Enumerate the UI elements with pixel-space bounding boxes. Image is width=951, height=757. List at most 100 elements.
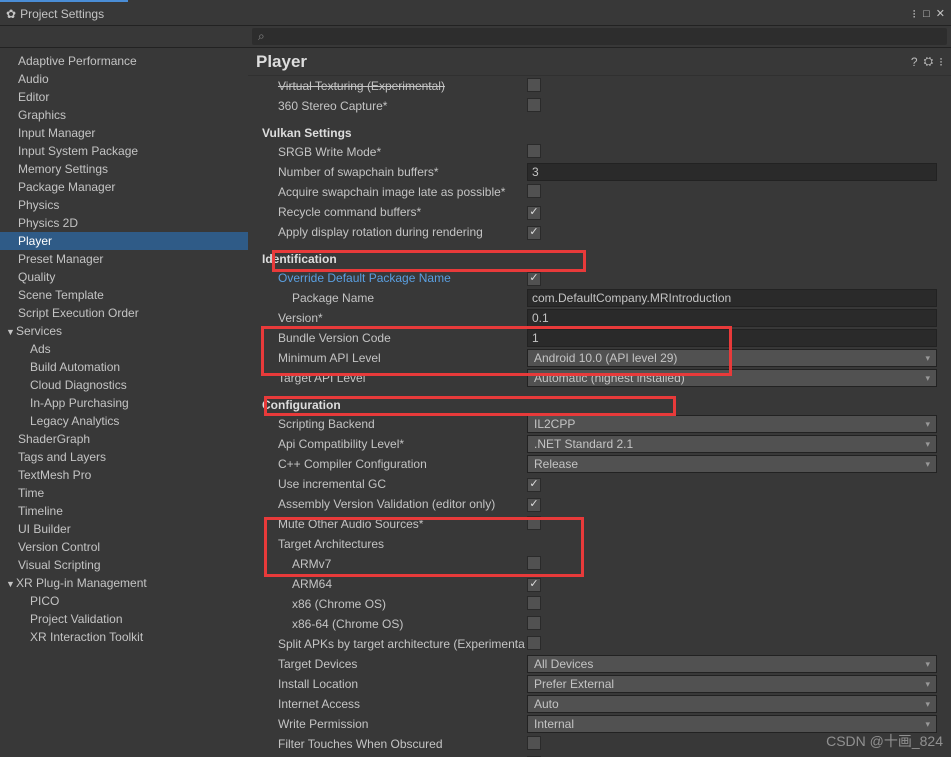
stereo-capture-checkbox[interactable] [527, 98, 541, 112]
pkg-name-input[interactable] [527, 289, 937, 307]
install-loc-label: Install Location [262, 677, 527, 691]
virtual-texturing-checkbox[interactable] [527, 78, 541, 92]
sidebar-item[interactable]: UI Builder [0, 520, 248, 538]
kebab-menu[interactable]: ⁝ [912, 7, 917, 21]
chevron-down-icon: ▼ [6, 579, 16, 589]
recycle-label: Recycle command buffers* [262, 205, 527, 219]
vulkan-heading: Vulkan Settings [262, 124, 937, 142]
sidebar-item[interactable]: Timeline [0, 502, 248, 520]
filter-touches-checkbox[interactable] [527, 736, 541, 750]
target-devices-dropdown[interactable]: All Devices▾ [527, 655, 937, 673]
recycle-checkbox[interactable] [527, 206, 541, 220]
acquire-late-checkbox[interactable] [527, 184, 541, 198]
x86-64-label: x86-64 (Chrome OS) [262, 617, 527, 631]
cpp-dropdown[interactable]: Release▾ [527, 455, 937, 473]
x86-64-checkbox[interactable] [527, 616, 541, 630]
sidebar-item[interactable]: Editor [0, 88, 248, 106]
window-title: Project Settings [20, 7, 912, 21]
srgb-label: SRGB Write Mode* [262, 145, 527, 159]
target-api-dropdown[interactable]: Automatic (highest installed)▾ [527, 369, 937, 387]
sidebar-item[interactable]: Graphics [0, 106, 248, 124]
version-input[interactable] [527, 309, 937, 327]
sidebar-item[interactable]: Ads [0, 340, 248, 358]
sidebar-item[interactable]: PICO [0, 592, 248, 610]
sidebar-item[interactable]: Memory Settings [0, 160, 248, 178]
split-apk-label: Split APKs by target architecture (Exper… [262, 637, 527, 651]
maximize-icon[interactable]: □ [923, 8, 930, 20]
swapchain-label: Number of swapchain buffers* [262, 165, 527, 179]
sidebar-item-player[interactable]: Player [0, 232, 248, 250]
override-pkg-checkbox[interactable] [527, 272, 541, 286]
x86-label: x86 (Chrome OS) [262, 597, 527, 611]
sidebar-item[interactable]: XR Interaction Toolkit [0, 628, 248, 646]
asm-validation-checkbox[interactable] [527, 498, 541, 512]
content-scroll[interactable]: Virtual Texturing (Experimental) 360 Ste… [248, 76, 951, 757]
incremental-gc-checkbox[interactable] [527, 478, 541, 492]
swapchain-input[interactable] [527, 163, 937, 181]
sidebar-item[interactable]: Package Manager [0, 178, 248, 196]
sidebar-item[interactable]: Visual Scripting [0, 556, 248, 574]
override-pkg-label: Override Default Package Name [262, 271, 527, 285]
sidebar-item[interactable]: Time [0, 484, 248, 502]
sidebar-item[interactable]: Script Execution Order [0, 304, 248, 322]
rotation-label: Apply display rotation during rendering [262, 225, 527, 239]
target-api-label: Target API Level [262, 371, 527, 385]
backend-dropdown[interactable]: IL2CPP▾ [527, 415, 937, 433]
sidebar-item[interactable]: Version Control [0, 538, 248, 556]
x86-checkbox[interactable] [527, 596, 541, 610]
mute-audio-checkbox[interactable] [527, 516, 541, 530]
sidebar-item[interactable]: Cloud Diagnostics [0, 376, 248, 394]
cpp-label: C++ Compiler Configuration [262, 457, 527, 471]
armv7-checkbox[interactable] [527, 556, 541, 570]
internet-dropdown[interactable]: Auto▾ [527, 695, 937, 713]
target-arch-label: Target Architectures [262, 537, 527, 551]
sidebar-item[interactable]: Input System Package [0, 142, 248, 160]
search-icon: ⌕ [258, 29, 265, 44]
sidebar-item[interactable]: Tags and Layers [0, 448, 248, 466]
sidebar-item[interactable]: Scene Template [0, 286, 248, 304]
bundle-input[interactable] [527, 329, 937, 347]
write-perm-label: Write Permission [262, 717, 527, 731]
virtual-texturing-label: Virtual Texturing (Experimental) [262, 79, 527, 93]
config-heading: Configuration [262, 396, 937, 414]
sidebar-item[interactable]: Input Manager [0, 124, 248, 142]
install-loc-dropdown[interactable]: Prefer External▾ [527, 675, 937, 693]
chevron-down-icon: ▾ [925, 699, 930, 710]
rotation-checkbox[interactable] [527, 226, 541, 240]
sidebar-item[interactable]: Project Validation [0, 610, 248, 628]
min-api-label: Minimum API Level [262, 351, 527, 365]
sidebar-item[interactable]: Physics [0, 196, 248, 214]
min-api-dropdown[interactable]: Android 10.0 (API level 29)▾ [527, 349, 937, 367]
close-icon[interactable]: ✕ [936, 7, 945, 20]
chevron-down-icon: ▾ [925, 459, 930, 470]
help-icon[interactable]: ? [911, 55, 918, 69]
search-input[interactable]: ⌕ [252, 28, 947, 45]
api-compat-dropdown[interactable]: .NET Standard 2.1▾ [527, 435, 937, 453]
sidebar-item[interactable]: TextMesh Pro [0, 466, 248, 484]
split-apk-checkbox[interactable] [527, 636, 541, 650]
settings-icon[interactable]: ⛭ [924, 54, 934, 69]
sidebar-item[interactable]: ShaderGraph [0, 430, 248, 448]
sidebar-item[interactable]: Quality [0, 268, 248, 286]
sidebar-item[interactable]: In-App Purchasing [0, 394, 248, 412]
sidebar-item[interactable]: Build Automation [0, 358, 248, 376]
chevron-down-icon: ▾ [925, 719, 930, 730]
version-label: Version* [262, 311, 527, 325]
sidebar-fold-xr[interactable]: ▼XR Plug-in Management [0, 574, 248, 592]
sidebar-item[interactable]: Preset Manager [0, 250, 248, 268]
arm64-checkbox[interactable] [527, 578, 541, 592]
sidebar: Adaptive Performance Audio Editor Graphi… [0, 48, 248, 757]
sidebar-item[interactable]: Physics 2D [0, 214, 248, 232]
write-perm-dropdown[interactable]: Internal▾ [527, 715, 937, 733]
asm-validation-label: Assembly Version Validation (editor only… [262, 497, 527, 511]
chevron-down-icon: ▾ [925, 439, 930, 450]
sidebar-item[interactable]: Audio [0, 70, 248, 88]
sidebar-fold-services[interactable]: ▼Services [0, 322, 248, 340]
more-icon[interactable]: ⁝ [939, 55, 943, 69]
sidebar-item[interactable]: Adaptive Performance [0, 52, 248, 70]
chevron-down-icon: ▾ [925, 679, 930, 690]
srgb-checkbox[interactable] [527, 144, 541, 158]
search-row: ⌕ [0, 26, 951, 48]
sidebar-item[interactable]: Legacy Analytics [0, 412, 248, 430]
chevron-down-icon: ▾ [925, 373, 930, 384]
